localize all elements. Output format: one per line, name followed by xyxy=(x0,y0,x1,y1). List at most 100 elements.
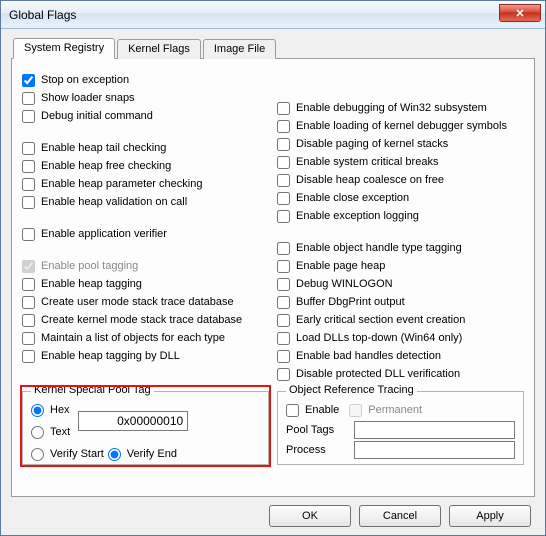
flag-checkbox-input[interactable] xyxy=(277,350,290,363)
flag-checkbox[interactable]: Create user mode stack trace database xyxy=(22,293,269,311)
flag-checkbox[interactable]: Enable system critical breaks xyxy=(277,153,524,171)
flag-checkbox[interactable]: Enable debugging of Win32 subsystem xyxy=(277,99,524,117)
object-reference-tracing-group: Object Reference Tracing Enable Permanen… xyxy=(277,391,524,465)
flag-checkbox-input[interactable] xyxy=(277,192,290,205)
flag-checkbox[interactable]: Buffer DbgPrint output xyxy=(277,293,524,311)
flag-checkbox-input[interactable] xyxy=(22,178,35,191)
flag-checkbox[interactable]: Enable exception logging xyxy=(277,207,524,225)
flag-checkbox[interactable]: Stop on exception xyxy=(22,71,269,89)
flag-checkbox-input[interactable] xyxy=(22,314,35,327)
close-icon: ✕ xyxy=(515,7,524,20)
flag-label: Enable loading of kernel debugger symbol… xyxy=(296,120,507,132)
pool-radio-text[interactable]: Text xyxy=(31,422,70,442)
pool-radio-hex-input[interactable] xyxy=(31,404,44,417)
flag-checkbox-input[interactable] xyxy=(22,110,35,123)
flag-checkbox[interactable]: Early critical section event creation xyxy=(277,311,524,329)
flags-columns: Stop on exceptionShow loader snapsDebug … xyxy=(22,71,524,383)
flag-checkbox[interactable]: Disable heap coalesce on free xyxy=(277,171,524,189)
flag-checkbox[interactable]: Enable heap validation on call xyxy=(22,193,269,211)
flag-checkbox[interactable]: Enable close exception xyxy=(277,189,524,207)
flag-label: Disable protected DLL verification xyxy=(296,368,460,380)
flag-checkbox[interactable]: Enable bad handles detection xyxy=(277,347,524,365)
ort-permanent-checkbox: Permanent xyxy=(349,401,422,419)
tab-system-registry[interactable]: System Registry xyxy=(13,38,115,59)
client-area: System Registry Kernel Flags Image File … xyxy=(1,29,545,535)
flag-checkbox-input[interactable] xyxy=(277,332,290,345)
flag-label: Enable heap validation on call xyxy=(41,196,187,208)
flag-checkbox-input[interactable] xyxy=(22,228,35,241)
flag-checkbox[interactable]: Enable object handle type tagging xyxy=(277,239,524,257)
flag-label: Enable object handle type tagging xyxy=(296,242,462,254)
flag-checkbox-input[interactable] xyxy=(22,92,35,105)
flag-label: Disable heap coalesce on free xyxy=(296,174,444,186)
flag-checkbox[interactable]: Disable paging of kernel stacks xyxy=(277,135,524,153)
close-button[interactable]: ✕ xyxy=(499,4,541,22)
tab-kernel-flags[interactable]: Kernel Flags xyxy=(117,39,201,59)
flag-label: Buffer DbgPrint output xyxy=(296,296,405,308)
flag-label: Load DLLs top-down (Win64 only) xyxy=(296,332,462,344)
flag-label: Stop on exception xyxy=(41,74,129,86)
flag-checkbox-input[interactable] xyxy=(22,332,35,345)
pool-tag-value-input[interactable] xyxy=(78,411,188,431)
ort-enable-checkbox[interactable]: Enable xyxy=(286,401,339,419)
pool-radio-verify-end-input[interactable] xyxy=(108,448,121,461)
flag-label: Enable heap tagging by DLL xyxy=(41,350,180,362)
flag-checkbox[interactable]: Disable protected DLL verification xyxy=(277,365,524,383)
flag-label: Enable application verifier xyxy=(41,228,167,240)
flag-checkbox-input[interactable] xyxy=(277,156,290,169)
flag-checkbox-input[interactable] xyxy=(277,120,290,133)
titlebar: Global Flags ✕ xyxy=(1,1,545,29)
right-column: Enable debugging of Win32 subsystem Enabl… xyxy=(277,71,524,383)
flag-checkbox-input[interactable] xyxy=(22,350,35,363)
flag-checkbox[interactable]: Load DLLs top-down (Win64 only) xyxy=(277,329,524,347)
pool-radio-verify-end[interactable]: Verify End xyxy=(108,444,177,464)
left-column: Stop on exception Show loader snapsDebug … xyxy=(22,71,269,383)
flag-checkbox[interactable]: Enable application verifier xyxy=(22,225,269,243)
flag-checkbox-input[interactable] xyxy=(277,368,290,381)
flag-checkbox-input[interactable] xyxy=(22,160,35,173)
flag-checkbox[interactable]: Debug WINLOGON xyxy=(277,275,524,293)
flag-checkbox-input[interactable] xyxy=(277,138,290,151)
flag-checkbox-input[interactable] xyxy=(22,74,35,87)
spacer xyxy=(22,211,269,225)
cancel-button[interactable]: Cancel xyxy=(359,505,441,527)
pool-radio-text-input[interactable] xyxy=(31,426,44,439)
ok-button[interactable]: OK xyxy=(269,505,351,527)
flag-checkbox-input[interactable] xyxy=(277,260,290,273)
tab-image-file[interactable]: Image File xyxy=(203,39,276,59)
flag-checkbox-input[interactable] xyxy=(22,278,35,291)
flag-checkbox[interactable]: Enable page heap xyxy=(277,257,524,275)
ort-process-input[interactable] xyxy=(354,441,515,459)
flag-checkbox[interactable]: Enable loading of kernel debugger symbol… xyxy=(277,117,524,135)
flag-checkbox[interactable]: Debug initial command xyxy=(22,107,269,125)
flag-checkbox-input[interactable] xyxy=(277,210,290,223)
flag-checkbox[interactable]: Enable heap tail checking xyxy=(22,139,269,157)
flag-checkbox-input[interactable] xyxy=(277,296,290,309)
spacer xyxy=(277,71,524,85)
flag-checkbox[interactable]: Maintain a list of objects for each type xyxy=(22,329,269,347)
flag-checkbox-input[interactable] xyxy=(22,142,35,155)
flag-checkbox-input[interactable] xyxy=(22,196,35,209)
flag-label: Enable heap tagging xyxy=(41,278,142,290)
ort-pool-tags-input[interactable] xyxy=(354,421,515,439)
flag-label: Create user mode stack trace database xyxy=(41,296,234,308)
pool-radio-verify-start[interactable]: Verify Start xyxy=(31,444,104,464)
flag-label: Enable exception logging xyxy=(296,210,419,222)
flag-checkbox[interactable]: Create kernel mode stack trace database xyxy=(22,311,269,329)
pool-radio-verify-start-input[interactable] xyxy=(31,448,44,461)
flag-checkbox-input[interactable] xyxy=(22,296,35,309)
flag-checkbox-input[interactable] xyxy=(277,102,290,115)
flag-checkbox-input[interactable] xyxy=(277,314,290,327)
flag-checkbox[interactable]: Show loader snaps xyxy=(22,89,269,107)
flag-checkbox[interactable]: Enable heap tagging xyxy=(22,275,269,293)
apply-button[interactable]: Apply xyxy=(449,505,531,527)
spacer xyxy=(277,225,524,239)
flag-checkbox[interactable]: Enable heap tagging by DLL xyxy=(22,347,269,365)
flag-checkbox-input[interactable] xyxy=(277,278,290,291)
flag-checkbox[interactable]: Enable heap parameter checking xyxy=(22,175,269,193)
ort-legend: Object Reference Tracing xyxy=(286,384,417,396)
flag-checkbox-input[interactable] xyxy=(277,242,290,255)
flag-checkbox-input[interactable] xyxy=(277,174,290,187)
flag-checkbox[interactable]: Enable heap free checking xyxy=(22,157,269,175)
pool-radio-hex[interactable]: Hex xyxy=(31,400,70,420)
